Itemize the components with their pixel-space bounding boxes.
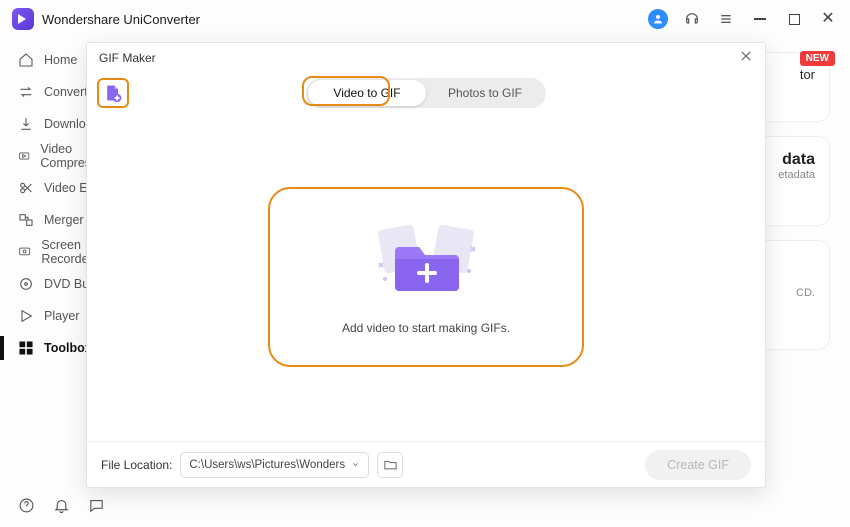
- bell-icon[interactable]: [53, 497, 70, 519]
- tab-video-to-gif[interactable]: Video to GIF: [308, 80, 426, 106]
- file-location-select[interactable]: C:\Users\ws\Pictures\Wonders: [180, 452, 369, 478]
- create-gif-label: Create GIF: [667, 458, 729, 472]
- app-logo: [12, 8, 34, 30]
- sidebar-label: Merger: [44, 213, 84, 227]
- chevron-down-icon: [351, 460, 360, 469]
- dialog-toolbar: Video to GIF Photos to GIF: [87, 73, 765, 113]
- menu-icon[interactable]: [716, 9, 736, 29]
- maximize-button[interactable]: [784, 9, 804, 29]
- feedback-icon[interactable]: [88, 497, 105, 519]
- titlebar: Wondershare UniConverter ✕: [0, 0, 850, 38]
- sidebar-label: Home: [44, 53, 77, 67]
- gif-maker-dialog: GIF Maker Video to GIF Photos to GIF: [86, 42, 766, 488]
- new-badge: NEW: [800, 51, 835, 66]
- app-title: Wondershare UniConverter: [42, 12, 200, 27]
- sidebar-label: Toolbox: [44, 341, 92, 355]
- mode-segment: Video to GIF Photos to GIF: [306, 78, 546, 108]
- add-file-button[interactable]: [97, 78, 129, 108]
- dialog-header: GIF Maker: [87, 43, 765, 73]
- tab-label: Video to GIF: [333, 86, 400, 100]
- drop-zone[interactable]: Add video to start making GIFs.: [268, 187, 584, 367]
- minimize-button[interactable]: [750, 9, 770, 29]
- account-avatar[interactable]: [648, 9, 668, 29]
- footer: [0, 489, 105, 527]
- dialog-body: Add video to start making GIFs.: [87, 113, 765, 441]
- folder-add-icon: [371, 219, 481, 299]
- help-icon[interactable]: [18, 497, 35, 519]
- create-gif-button[interactable]: Create GIF: [645, 450, 751, 480]
- tab-label: Photos to GIF: [448, 86, 522, 100]
- drop-zone-text: Add video to start making GIFs.: [342, 321, 510, 335]
- browse-folder-button[interactable]: [377, 452, 403, 478]
- sidebar-label: Player: [44, 309, 79, 323]
- tab-photos-to-gif[interactable]: Photos to GIF: [426, 80, 544, 106]
- file-location-value: C:\Users\ws\Pictures\Wonders: [189, 459, 345, 471]
- dialog-footer: File Location: C:\Users\ws\Pictures\Wond…: [87, 441, 765, 487]
- file-location-label: File Location:: [101, 458, 172, 472]
- dialog-title: GIF Maker: [99, 51, 156, 65]
- dialog-close-button[interactable]: [739, 49, 753, 68]
- close-window-button[interactable]: ✕: [818, 9, 838, 29]
- support-icon[interactable]: [682, 9, 702, 29]
